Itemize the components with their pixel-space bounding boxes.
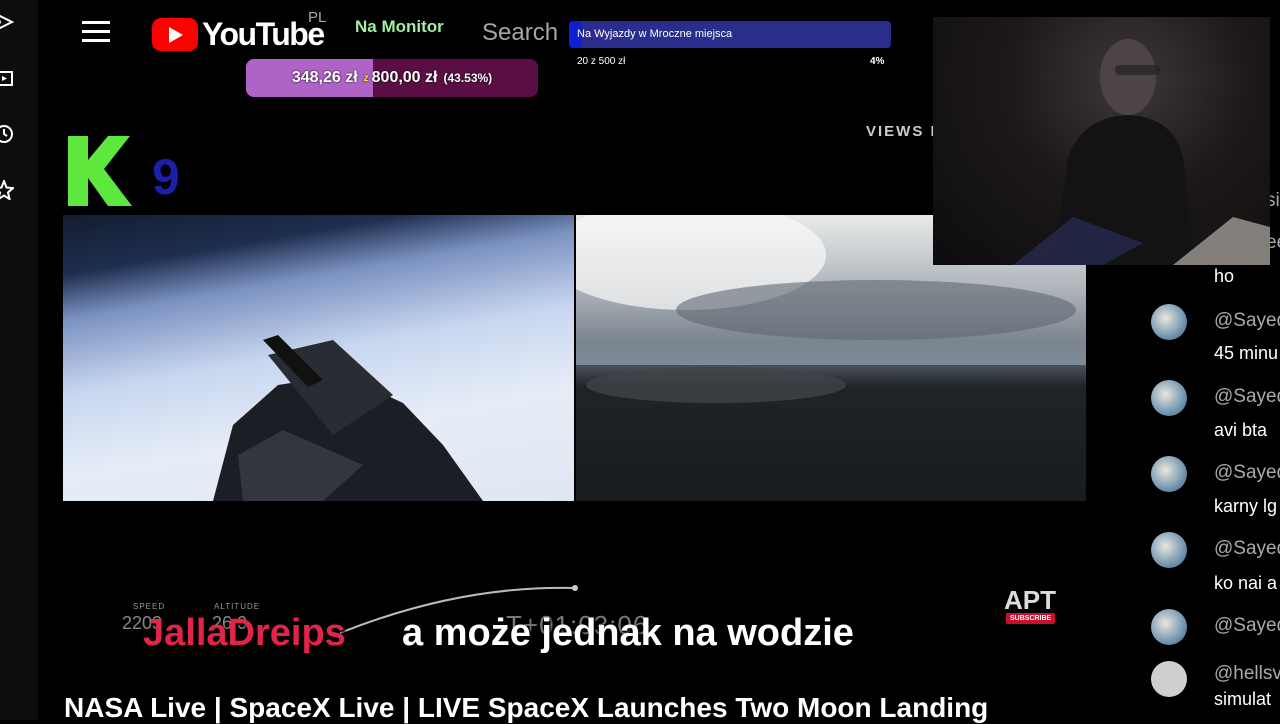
shorts-icon[interactable] [0, 180, 14, 200]
chat-message: avi bta [1214, 420, 1268, 440]
chat-author[interactable]: @Sayed [1214, 462, 1280, 484]
avatar[interactable] [1151, 609, 1187, 645]
tip-goal-bar: Na Wyjazdy w Mroczne miejsca [569, 21, 891, 48]
youtube-wordmark: YouTube [202, 15, 325, 52]
chat-overlay-username: JallaDreips [143, 612, 346, 654]
explore-icon[interactable] [0, 12, 14, 32]
chat-message: simulat [1214, 689, 1272, 709]
video-title: NASA Live | SpaceX Live | LIVE SpaceX La… [64, 692, 989, 723]
chat-author[interactable]: @hellsv [1214, 663, 1280, 685]
chat-author[interactable]: @Sayed [1214, 310, 1280, 332]
video-feed-rocket [63, 215, 574, 501]
tip-goal-title: Na Wyjazdy w Mroczne miejsca [577, 28, 733, 40]
chat-message: karny lg [1214, 496, 1278, 516]
chat-author[interactable]: @Sayed [1214, 538, 1280, 560]
channel-badge: Na Monitor [355, 17, 444, 36]
avatar[interactable] [1151, 304, 1187, 340]
search-input[interactable]: Search [482, 19, 558, 47]
hud-altitude-label: ALTITUDE [214, 602, 261, 611]
donation-goal-current: 348,26 zł [291, 69, 358, 86]
chat-author[interactable]: @Sayed [1214, 386, 1280, 408]
avatar[interactable] [1151, 456, 1187, 492]
tip-goal-percent: 4% [870, 56, 885, 67]
streamer-silhouette [1013, 39, 1270, 265]
donation-goal-percent: (43.53%) [443, 71, 493, 85]
chat-author[interactable]: @Sayed [1214, 615, 1280, 637]
hud-speed-label: SPEED [133, 602, 166, 611]
apt-logo: APT [1004, 585, 1056, 615]
chat-message: ko nai a [1214, 573, 1278, 593]
mini-sidebar [0, 0, 38, 720]
youtube-logo[interactable]: YouTube [152, 14, 325, 54]
avatar[interactable] [1151, 380, 1187, 416]
donation-goal-text: 348,26 zł z 800,00 zł (43.53%) [246, 59, 538, 97]
views-label: VIEWS I [866, 123, 937, 140]
donation-goal-separator: z [363, 72, 369, 84]
avatar[interactable] [1151, 532, 1187, 568]
subscribe-badge[interactable]: SUBSCRIBE [1006, 613, 1056, 624]
chat-overlay-message: a może jednak na wodzie [402, 612, 854, 654]
subscriptions-icon[interactable] [0, 68, 14, 88]
history-icon[interactable] [0, 124, 14, 144]
tip-goal-progress-text: 20 z 500 zł [577, 56, 626, 67]
region-code: PL [308, 9, 327, 26]
hamburger-menu-icon[interactable] [80, 18, 112, 46]
chat-message: 45 minu [1214, 343, 1279, 363]
k9-logo-icon [68, 136, 132, 206]
youtube-play-icon [152, 17, 198, 51]
donation-goal-target: 800,00 zł [371, 69, 438, 86]
avatar[interactable] [1151, 661, 1187, 697]
donation-goal-bar: 348,26 zł z 800,00 zł (43.53%) [246, 59, 538, 97]
chat-partial-line: ho [1214, 266, 1235, 286]
webcam-feed [933, 17, 1270, 265]
rocket-stage-image [213, 335, 483, 501]
k9-logo-digit: 9 [152, 149, 180, 205]
